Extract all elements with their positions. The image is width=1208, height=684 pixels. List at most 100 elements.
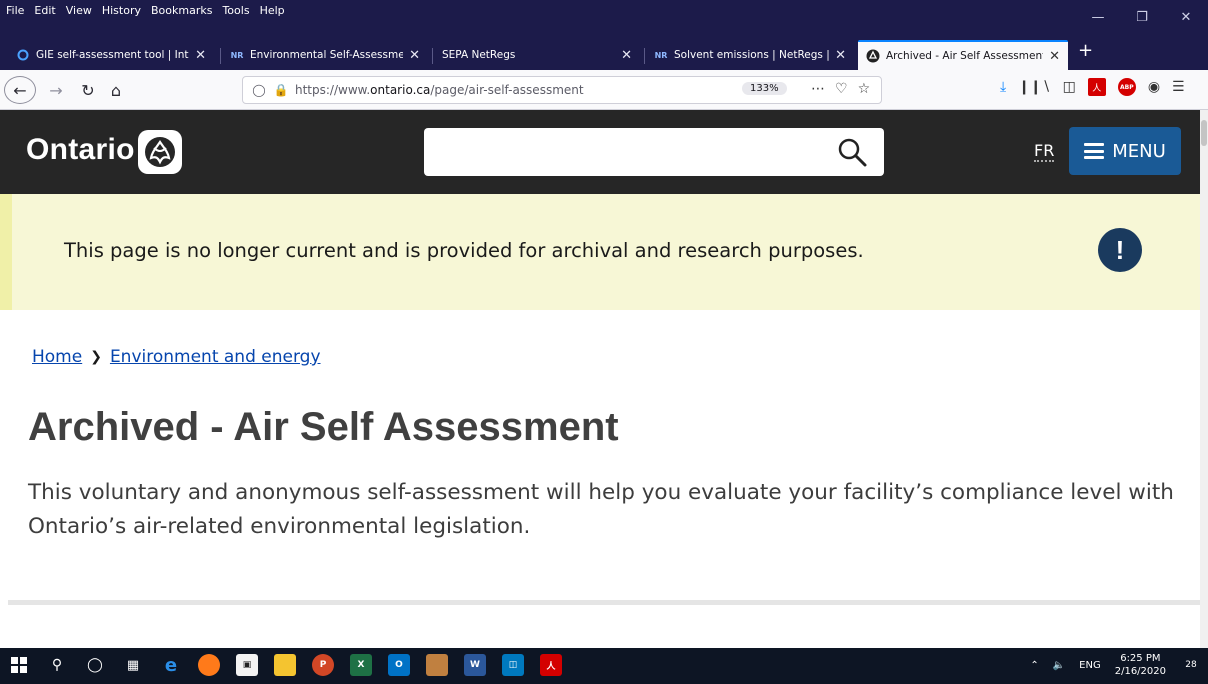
menu-edit[interactable]: Edit bbox=[34, 4, 55, 17]
page-actions-icon[interactable]: ⋯ bbox=[811, 81, 825, 97]
restore-icon[interactable]: ❐ bbox=[1120, 0, 1164, 34]
menu-bookmarks[interactable]: Bookmarks bbox=[151, 4, 212, 17]
sidebar-icon[interactable]: ◫ bbox=[1063, 79, 1076, 95]
window-controls: — ❐ ✕ bbox=[1076, 0, 1208, 34]
scrollbar-thumb[interactable] bbox=[1201, 120, 1207, 146]
french-language-link[interactable]: FR bbox=[1034, 142, 1055, 162]
page-scrollbar[interactable] bbox=[1200, 110, 1208, 648]
tab-sepa[interactable]: SEPA NetRegs ✕ bbox=[434, 40, 640, 70]
netregs-favicon-icon: NR bbox=[230, 50, 244, 60]
zoom-level-badge[interactable]: 133% bbox=[742, 82, 787, 95]
adblock-icon[interactable]: ABP bbox=[1117, 78, 1136, 96]
alert-message: This page is no longer current and is pr… bbox=[64, 239, 864, 262]
trello-icon[interactable]: ◫ bbox=[502, 654, 524, 676]
forward-arrow-icon[interactable]: → bbox=[44, 78, 68, 102]
pdf-extension-icon[interactable]: 人 bbox=[1087, 78, 1106, 96]
task-view-icon[interactable]: ▦ bbox=[122, 654, 144, 676]
trillium-favicon-icon bbox=[866, 49, 880, 63]
menu-history[interactable]: History bbox=[102, 4, 141, 17]
padlock-icon[interactable]: 🔒 bbox=[273, 83, 289, 97]
url-text: https://www.ontario.ca/page/air-self-ass… bbox=[295, 83, 584, 97]
edge-browser-icon[interactable]: e bbox=[160, 654, 182, 676]
acrobat-icon[interactable]: 人 bbox=[540, 654, 562, 676]
word-icon[interactable]: W bbox=[464, 654, 486, 676]
tab-environmental[interactable]: NR Environmental Self-Assessment ✕ bbox=[222, 40, 428, 70]
excel-icon[interactable]: X bbox=[350, 654, 372, 676]
site-search-input[interactable] bbox=[424, 128, 884, 176]
breadcrumb-home-link[interactable]: Home bbox=[32, 347, 82, 367]
site-header: Ontario FR MENU bbox=[0, 110, 1200, 194]
tab-separator bbox=[220, 48, 221, 64]
search-icon[interactable] bbox=[836, 136, 868, 168]
chevron-right-icon: ❯ bbox=[90, 349, 102, 365]
menu-list: File Edit View History Bookmarks Tools H… bbox=[6, 4, 285, 17]
toolbar-right: ⤓ ❙❙∖ ◫ 人 ABP ◉ ☰ bbox=[1000, 78, 1185, 96]
extension-icon[interactable]: ◉ bbox=[1148, 79, 1160, 95]
navigation-toolbar: ← → ↻ ⌂ ◯ 🔒 https://www.ontario.ca/page/… bbox=[0, 70, 1208, 110]
netregs-favicon-icon: NR bbox=[654, 50, 668, 60]
firefox-icon[interactable] bbox=[198, 654, 220, 676]
page-title: Archived - Air Self Assessment bbox=[28, 405, 619, 449]
notification-count: 28 bbox=[1185, 660, 1197, 670]
library-icon[interactable]: ❙❙∖ bbox=[1018, 79, 1050, 95]
system-tray: ⌃ 🔈 ENG 6:25 PM 2/16/2020 28 bbox=[1030, 652, 1202, 678]
close-window-icon[interactable]: ✕ bbox=[1164, 0, 1208, 34]
url-actions: ⋯ ♡ ☆ bbox=[811, 81, 870, 97]
hamburger-menu-icon[interactable]: ☰ bbox=[1172, 79, 1185, 95]
tab-separator bbox=[644, 48, 645, 64]
tab-strip: GIE self-assessment tool | Inter ✕ NR En… bbox=[0, 36, 1208, 70]
close-tab-icon[interactable]: ✕ bbox=[621, 48, 632, 63]
menu-help[interactable]: Help bbox=[260, 4, 285, 17]
tab-gie[interactable]: GIE self-assessment tool | Inter ✕ bbox=[8, 40, 214, 70]
menu-button-label: MENU bbox=[1112, 140, 1166, 162]
close-tab-icon[interactable]: ✕ bbox=[409, 48, 420, 63]
notification-center-icon[interactable]: 28 bbox=[1180, 654, 1202, 676]
bookmark-star-icon[interactable]: ☆ bbox=[858, 81, 871, 97]
tab-title: Environmental Self-Assessment bbox=[250, 49, 404, 61]
menu-bars-icon bbox=[1084, 143, 1105, 159]
exclamation-icon: ! bbox=[1098, 228, 1142, 272]
page-intro: This voluntary and anonymous self-assess… bbox=[28, 480, 1174, 539]
minimize-icon[interactable]: — bbox=[1076, 0, 1120, 34]
menu-tools[interactable]: Tools bbox=[222, 4, 249, 17]
new-tab-plus-icon[interactable]: + bbox=[1078, 40, 1093, 61]
breadcrumb-environment-link[interactable]: Environment and energy bbox=[110, 347, 321, 367]
close-tab-icon[interactable]: ✕ bbox=[1049, 49, 1060, 64]
section-divider bbox=[8, 600, 1200, 605]
url-bar[interactable]: ◯ 🔒 https://www.ontario.ca/page/air-self… bbox=[242, 76, 882, 104]
menu-file[interactable]: File bbox=[6, 4, 24, 17]
windows-start-icon[interactable] bbox=[8, 654, 30, 676]
ontario-logo-text[interactable]: Ontario bbox=[26, 133, 135, 167]
taskbar-search-icon[interactable]: ⚲ bbox=[46, 654, 68, 676]
tab-title: GIE self-assessment tool | Inter bbox=[36, 49, 190, 61]
photos-icon[interactable] bbox=[426, 654, 448, 676]
browser-menubar: File Edit View History Bookmarks Tools H… bbox=[0, 0, 1208, 36]
cortana-icon[interactable]: ◯ bbox=[84, 654, 106, 676]
tab-title: SEPA NetRegs bbox=[442, 49, 516, 61]
outlook-icon[interactable]: O bbox=[388, 654, 410, 676]
home-icon[interactable]: ⌂ bbox=[104, 78, 128, 102]
input-language[interactable]: ENG bbox=[1079, 660, 1101, 671]
tab-archived-air[interactable]: Archived - Air Self Assessment ✕ bbox=[858, 40, 1068, 70]
circle-favicon-icon bbox=[16, 48, 30, 62]
clock-time: 6:25 PM bbox=[1120, 653, 1161, 664]
close-tab-icon[interactable]: ✕ bbox=[195, 48, 206, 63]
store-icon[interactable]: ▣ bbox=[236, 654, 258, 676]
trillium-logo-icon[interactable] bbox=[138, 130, 182, 174]
taskbar-apps: ⚲ ◯ ▦ e ▣ P X O W ◫ 人 bbox=[8, 654, 562, 676]
chevron-up-icon[interactable]: ⌃ bbox=[1030, 660, 1038, 671]
back-arrow-icon[interactable]: ← bbox=[4, 76, 36, 104]
tab-solvent[interactable]: NR Solvent emissions | NetRegs | E ✕ bbox=[646, 40, 854, 70]
site-menu-button[interactable]: MENU bbox=[1069, 127, 1181, 175]
menu-view[interactable]: View bbox=[66, 4, 92, 17]
tracking-shield-icon[interactable]: ◯ bbox=[251, 83, 267, 97]
clock-date: 2/16/2020 bbox=[1114, 666, 1166, 677]
download-icon[interactable]: ⤓ bbox=[1000, 79, 1006, 95]
file-explorer-icon[interactable] bbox=[274, 654, 296, 676]
powerpoint-icon[interactable]: P bbox=[312, 654, 334, 676]
clock[interactable]: 6:25 PM 2/16/2020 bbox=[1115, 652, 1166, 678]
close-tab-icon[interactable]: ✕ bbox=[835, 48, 846, 63]
volume-icon[interactable]: 🔈 bbox=[1053, 660, 1065, 671]
reload-icon[interactable]: ↻ bbox=[76, 78, 100, 102]
pocket-icon[interactable]: ♡ bbox=[835, 81, 848, 97]
